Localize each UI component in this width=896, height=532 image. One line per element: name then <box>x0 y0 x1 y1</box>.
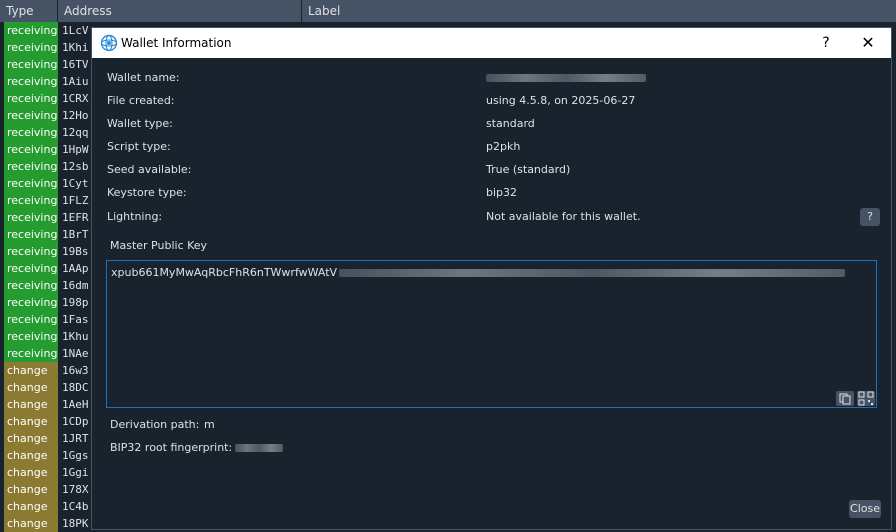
type-cell: receiving <box>4 175 58 192</box>
address-cell: 18DC <box>62 381 89 394</box>
address-cell: 16TV <box>62 58 89 71</box>
address-table-header: Type Address Label <box>0 0 896 22</box>
address-cell: 1HpW <box>62 143 89 156</box>
address-cell: 1Khi <box>62 41 89 54</box>
wallet-information-dialog: Wallet Information ? ✕ Wallet name: File… <box>91 27 892 530</box>
type-cell: receiving <box>4 311 58 328</box>
address-cell: 1NAe <box>62 347 89 360</box>
keystore-type-label: Keystore type: <box>107 186 187 199</box>
column-header-label[interactable]: Label <box>302 0 896 22</box>
type-cell: receiving <box>4 124 58 141</box>
type-cell: receiving <box>4 260 58 277</box>
address-cell: 1EFR <box>62 211 89 224</box>
address-cell: 178X <box>62 483 89 496</box>
column-header-address[interactable]: Address <box>58 0 302 22</box>
address-cell: 1Ggs <box>62 449 89 462</box>
address-cell: 1LcV <box>62 24 89 37</box>
master-public-key-text[interactable]: xpub661MyMwAqRbcFhR6nTWwrfwWAtV <box>111 266 846 279</box>
address-cell: 16w3 <box>62 364 89 377</box>
type-cell: receiving <box>4 294 58 311</box>
electrum-logo-icon <box>100 34 118 52</box>
type-cell: receiving <box>4 192 58 209</box>
dialog-titlebar: Wallet Information ? ✕ <box>92 28 891 58</box>
keystore-type-value: bip32 <box>486 186 518 199</box>
bip32-fingerprint-label: BIP32 root fingerprint: <box>110 441 233 454</box>
type-cell: receiving <box>4 107 58 124</box>
address-cell: 18PK <box>62 517 89 530</box>
file-created-label: File created: <box>107 94 175 107</box>
address-cell: 1FLZ <box>62 194 89 207</box>
type-cell: receiving <box>4 243 58 260</box>
wallet-type-label: Wallet type: <box>107 117 173 130</box>
type-cell: change <box>4 464 58 481</box>
lightning-help-button[interactable]: ? <box>860 208 880 226</box>
type-cell: receiving <box>4 22 58 39</box>
address-cell: 1AAp <box>62 262 89 275</box>
address-cell: 1CDp <box>62 415 89 428</box>
file-created-value: using 4.5.8, on 2025-06-27 <box>486 94 636 107</box>
type-cell: receiving <box>4 158 58 175</box>
type-cell: receiving <box>4 90 58 107</box>
seed-available-label: Seed available: <box>107 163 192 176</box>
address-cell: 1CRX <box>62 92 89 105</box>
type-cell: change <box>4 481 58 498</box>
address-cell: 1JRT <box>62 432 89 445</box>
type-cell: receiving <box>4 226 58 243</box>
address-cell: 1BrT <box>62 228 89 241</box>
derivation-path-value: m <box>204 418 215 431</box>
address-cell: 1Cyt <box>62 177 89 190</box>
type-cell: receiving <box>4 277 58 294</box>
address-cell: 1C4b <box>62 500 89 513</box>
type-cell: change <box>4 447 58 464</box>
close-icon[interactable]: ✕ <box>854 28 882 58</box>
script-type-value: p2pkh <box>486 140 521 153</box>
wallet-type-value: standard <box>486 117 535 130</box>
lightning-value: Not available for this wallet. <box>486 210 641 223</box>
dialog-title: Wallet Information <box>121 36 232 50</box>
script-type-label: Script type: <box>107 140 171 153</box>
address-cell: 1Khu <box>62 330 89 343</box>
type-cell: receiving <box>4 39 58 56</box>
bip32-fingerprint-value <box>235 441 283 454</box>
type-cell: receiving <box>4 56 58 73</box>
type-cell: change <box>4 413 58 430</box>
type-cell: change <box>4 362 58 379</box>
type-cell: change <box>4 498 58 515</box>
type-cell: change <box>4 430 58 447</box>
address-cell: 1AeH <box>62 398 89 411</box>
address-cell: 16dm <box>62 279 89 292</box>
address-cell: 1Fas <box>62 313 89 326</box>
type-cell: change <box>4 396 58 413</box>
derivation-path-label: Derivation path: <box>110 418 200 431</box>
type-cell: receiving <box>4 73 58 90</box>
seed-available-value: True (standard) <box>486 163 571 176</box>
wallet-name-label: Wallet name: <box>107 71 180 84</box>
address-cell: 12qq <box>62 126 89 139</box>
type-cell: receiving <box>4 328 58 345</box>
close-button[interactable]: Close <box>849 500 881 518</box>
address-cell: 1Ggi <box>62 466 89 479</box>
help-button[interactable]: ? <box>812 28 840 58</box>
qr-code-icon[interactable] <box>857 391 875 406</box>
address-cell: 12sb <box>62 160 89 173</box>
type-cell: change <box>4 379 58 396</box>
address-cell: 198p <box>62 296 89 309</box>
master-public-key-label: Master Public Key <box>110 239 208 252</box>
copy-icon[interactable] <box>836 391 854 406</box>
lightning-label: Lightning: <box>107 210 163 223</box>
type-cell: change <box>4 515 58 532</box>
address-cell: 1Aiu <box>62 75 89 88</box>
address-cell: 19Bs <box>62 245 89 258</box>
type-cell: receiving <box>4 345 58 362</box>
type-cell: receiving <box>4 209 58 226</box>
type-cell: receiving <box>4 141 58 158</box>
wallet-name-value <box>486 71 646 84</box>
column-header-type[interactable]: Type <box>0 0 58 22</box>
address-cell: 12Ho <box>62 109 89 122</box>
master-public-key-field[interactable]: xpub661MyMwAqRbcFhR6nTWwrfwWAtV <box>106 260 877 408</box>
